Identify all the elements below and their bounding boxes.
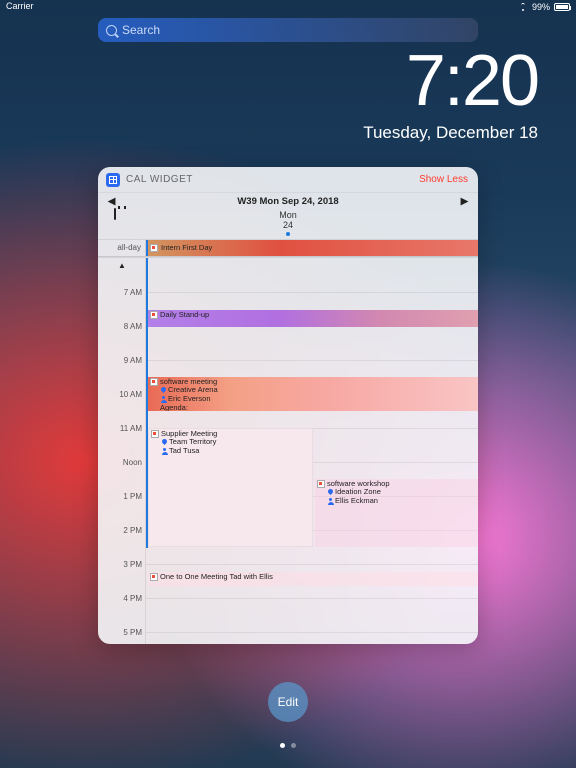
page-indicator[interactable]	[280, 743, 296, 748]
allday-event[interactable]: Intern First Day	[146, 240, 478, 256]
clock-date: Tuesday, December 18	[363, 123, 538, 143]
person-icon	[161, 448, 168, 455]
event-title: Daily Stand-up	[160, 310, 209, 319]
scroll-down-button[interactable]: ▼	[98, 643, 146, 644]
day-header: Mon 24	[98, 209, 478, 239]
allday-row: all-day Intern First Day	[98, 239, 478, 257]
page-dot-active	[280, 743, 285, 748]
flag-icon	[151, 430, 159, 438]
pin-icon	[160, 387, 167, 394]
day-num: 24	[98, 221, 478, 231]
search-placeholder: Search	[122, 23, 160, 37]
scroll-up-button[interactable]: ▲	[98, 261, 146, 270]
event-supplier[interactable]: Supplier Meeting Team Territory Tad Tusa	[148, 428, 313, 547]
hour-label: 11 AM	[98, 424, 146, 433]
hour-label: 10 AM	[98, 390, 146, 399]
event-title: One to One Meeting Tad with Ellis	[160, 572, 273, 581]
battery-icon	[554, 3, 570, 11]
calendar-widget: CAL WIDGET Show Less ◀ W39 Mon Sep 24, 2…	[98, 167, 478, 644]
event-person: Tad Tusa	[169, 446, 199, 455]
person-icon	[160, 396, 167, 403]
time-column	[98, 258, 146, 644]
event-person: Ellis Eckman	[335, 496, 378, 505]
hour-label: 2 PM	[98, 526, 146, 535]
widget-title: CAL WIDGET	[126, 174, 193, 185]
event-workshop[interactable]: software workshop Ideation Zone Ellis Ec…	[315, 479, 478, 547]
hour-label: Noon	[98, 458, 146, 467]
battery-pct: 99%	[532, 2, 550, 12]
show-less-button[interactable]: Show Less	[419, 174, 468, 185]
hour-label: 8 AM	[98, 322, 146, 331]
spotlight-search[interactable]: Search	[98, 18, 478, 42]
allday-label: all-day	[98, 240, 146, 256]
edit-label: Edit	[278, 695, 299, 709]
month-view-button[interactable]	[106, 209, 124, 225]
carrier-label: Carrier	[6, 1, 34, 13]
lock-clock: 7:20 Tuesday, December 18	[363, 45, 538, 143]
next-week-button[interactable]: ▶	[461, 196, 468, 207]
day-grid[interactable]: ▲ 7 AM 8 AM 9 AM 10 AM 11 AM Noon 1 PM 2…	[98, 257, 478, 644]
week-nav: ◀ W39 Mon Sep 24, 2018 ▶	[98, 193, 478, 209]
flag-icon	[150, 378, 158, 386]
prev-week-button[interactable]: ◀	[108, 196, 115, 207]
hour-label: 4 PM	[98, 594, 146, 603]
event-soft-meeting[interactable]: software meeting Creative Arena Eric Eve…	[148, 377, 478, 411]
flag-icon	[150, 311, 158, 319]
week-label: W39 Mon Sep 24, 2018	[237, 196, 338, 207]
person-icon	[327, 498, 334, 505]
event-standup[interactable]: Daily Stand-up	[148, 310, 478, 327]
clock-time: 7:20	[363, 45, 538, 117]
hour-label: 9 AM	[98, 356, 146, 365]
search-icon	[106, 25, 117, 36]
event-one-on-one[interactable]: One to One Meeting Tad with Ellis	[148, 572, 478, 586]
allday-event-title: Intern First Day	[161, 243, 212, 252]
hour-label: 1 PM	[98, 492, 146, 501]
widget-header: CAL WIDGET Show Less	[98, 167, 478, 193]
pin-icon	[327, 489, 334, 496]
edit-widgets-button[interactable]: Edit	[268, 682, 308, 722]
wifi-icon	[518, 3, 528, 11]
hour-label: 7 AM	[98, 288, 146, 297]
hour-label: 3 PM	[98, 560, 146, 569]
pin-icon	[161, 439, 168, 446]
today-dot-icon	[286, 232, 290, 236]
flag-icon	[150, 244, 158, 252]
flag-icon	[150, 573, 158, 581]
calendar-app-icon	[106, 173, 120, 187]
flag-icon	[317, 480, 325, 488]
event-extra: Agenda:	[160, 403, 188, 411]
hour-label: 5 PM	[98, 628, 146, 637]
page-dot	[291, 743, 296, 748]
status-bar: Carrier 99%	[0, 0, 576, 14]
